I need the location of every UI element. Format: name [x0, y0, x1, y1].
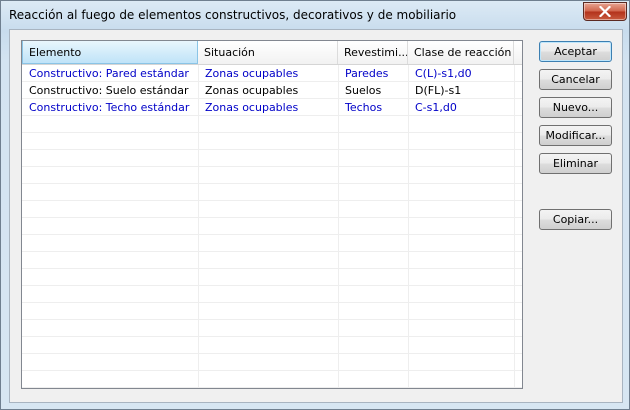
column-header-filler	[514, 41, 522, 64]
cell-revestimiento: Suelos	[345, 84, 382, 97]
window-title: Reacción al fuego de elementos construct…	[9, 8, 457, 22]
cell-revestimiento: Techos	[345, 101, 383, 114]
cell-situacion: Zonas ocupables	[205, 84, 299, 97]
close-icon	[599, 6, 611, 17]
cancel-button[interactable]: Cancelar	[539, 69, 612, 90]
close-button[interactable]	[583, 2, 627, 21]
delete-button[interactable]: Eliminar	[539, 153, 612, 174]
accept-button[interactable]: Aceptar	[539, 41, 612, 62]
cell-elemento: Constructivo: Techo estándar	[29, 101, 190, 114]
cell-situacion: Zonas ocupables	[205, 101, 299, 114]
table-row[interactable]: Constructivo: Pared estándar Zonas ocupa…	[22, 65, 522, 82]
column-header-clase[interactable]: Clase de reacción	[408, 41, 514, 64]
cell-clase: C-s1,d0	[415, 101, 457, 114]
table-row[interactable]: Constructivo: Techo estándar Zonas ocupa…	[22, 99, 522, 116]
cell-elemento: Constructivo: Pared estándar	[29, 67, 189, 80]
dialog-window: Reacción al fuego de elementos construct…	[0, 0, 630, 410]
column-header-revestimiento[interactable]: Revestimi...	[338, 41, 408, 64]
modify-button[interactable]: Modificar...	[539, 125, 612, 146]
cell-revestimiento: Paredes	[345, 67, 389, 80]
cell-clase: D(FL)-s1	[415, 84, 462, 97]
elements-list[interactable]: Elemento Situación Revestimi... Clase de…	[21, 40, 523, 389]
dialog-body: Elemento Situación Revestimi... Clase de…	[9, 29, 623, 403]
title-bar[interactable]: Reacción al fuego de elementos construct…	[1, 1, 629, 29]
cell-clase: C(L)-s1,d0	[415, 67, 472, 80]
copy-button[interactable]: Copiar...	[539, 209, 612, 230]
table-row[interactable]: Constructivo: Suelo estándar Zonas ocupa…	[22, 82, 522, 99]
column-header-situacion[interactable]: Situación	[198, 41, 338, 64]
cell-elemento: Constructivo: Suelo estándar	[29, 84, 189, 97]
column-header-elemento[interactable]: Elemento	[22, 41, 198, 64]
new-button[interactable]: Nuevo...	[539, 97, 612, 118]
list-header: Elemento Situación Revestimi... Clase de…	[22, 41, 522, 65]
list-rows: Constructivo: Pared estándar Zonas ocupa…	[22, 65, 522, 388]
cell-situacion: Zonas ocupables	[205, 67, 299, 80]
